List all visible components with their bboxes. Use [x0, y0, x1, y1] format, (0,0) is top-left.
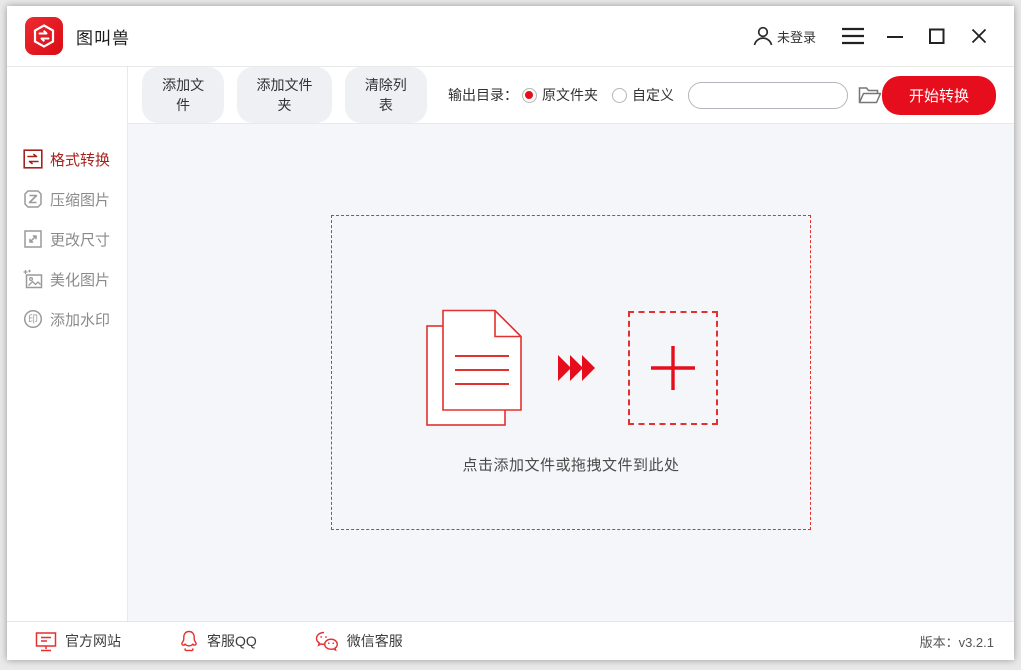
- wechat-support-link[interactable]: 微信客服: [315, 631, 403, 652]
- toolbar: 添加文件 添加文件夹 清除列表 输出目录： 原文件夹 自定义: [128, 67, 1014, 124]
- close-button[interactable]: [964, 21, 994, 51]
- folder-icon: [858, 85, 882, 105]
- login-status: 未登录: [777, 27, 816, 46]
- footer-bar: 官方网站 客服QQ 微信客服 版本：: [7, 621, 1014, 660]
- radio-circle: [612, 88, 627, 103]
- wechat-icon: [315, 631, 339, 652]
- menu-button[interactable]: [838, 21, 868, 51]
- sidebar-item-label: 更改尺寸: [50, 229, 110, 250]
- format-convert-icon: [23, 149, 43, 169]
- file-dropzone[interactable]: 点击添加文件或拖拽文件到此处: [331, 215, 811, 530]
- documents-icon: [424, 309, 524, 427]
- clear-list-button[interactable]: 清除列表: [345, 67, 427, 123]
- main-area: 点击添加文件或拖拽文件到此处: [128, 124, 1014, 621]
- sidebar-item-label: 压缩图片: [50, 189, 110, 210]
- sidebar-item-label: 美化图片: [50, 269, 110, 290]
- browse-folder-button[interactable]: [858, 85, 882, 105]
- add-watermark-icon: 印: [23, 309, 43, 329]
- close-icon: [969, 26, 989, 46]
- radio-original-folder[interactable]: 原文件夹: [522, 85, 598, 105]
- sidebar-item-beautify-image[interactable]: 美化图片: [7, 259, 127, 299]
- output-path-input[interactable]: [688, 82, 848, 109]
- add-file-button[interactable]: 添加文件: [142, 67, 224, 123]
- add-files-box[interactable]: [628, 311, 718, 425]
- title-bar: 图叫兽 未登录: [7, 6, 1014, 67]
- plus-icon: [649, 344, 697, 392]
- dropzone-graphics: [424, 309, 718, 427]
- triple-arrow-icon: [558, 353, 598, 383]
- sidebar-item-label: 格式转换: [50, 149, 110, 170]
- sidebar-item-format-convert[interactable]: 格式转换: [7, 139, 127, 179]
- app-title: 图叫兽: [76, 24, 130, 49]
- qq-support-link[interactable]: 客服QQ: [179, 630, 257, 652]
- svg-text:印: 印: [28, 314, 38, 326]
- user-icon: [751, 24, 775, 48]
- beautify-image-icon: [23, 269, 43, 289]
- app-logo-icon: [25, 17, 63, 55]
- hamburger-icon: [841, 27, 865, 45]
- output-dir-label: 输出目录：: [448, 85, 518, 105]
- login-button[interactable]: 未登录: [751, 24, 816, 48]
- maximize-icon: [927, 26, 947, 46]
- qq-icon: [179, 630, 199, 652]
- version-label: 版本：v3.2.1: [920, 632, 994, 651]
- minimize-button[interactable]: [880, 21, 910, 51]
- dropzone-hint: 点击添加文件或拖拽文件到此处: [462, 454, 679, 475]
- app-window: 图叫兽 未登录: [7, 6, 1014, 660]
- sidebar-item-add-watermark[interactable]: 印 添加水印: [7, 299, 127, 339]
- minimize-icon: [885, 26, 905, 46]
- maximize-button[interactable]: [922, 21, 952, 51]
- sidebar-item-resize-image[interactable]: 更改尺寸: [7, 219, 127, 259]
- sidebar-item-label: 添加水印: [50, 309, 110, 330]
- monitor-icon: [35, 631, 57, 652]
- official-website-link[interactable]: 官方网站: [35, 631, 121, 652]
- sidebar: 格式转换 压缩图片 更改尺寸: [7, 67, 128, 621]
- compress-image-icon: [23, 189, 43, 209]
- resize-image-icon: [23, 229, 43, 249]
- radio-custom-folder[interactable]: 自定义: [612, 85, 674, 105]
- radio-circle: [522, 88, 537, 103]
- start-convert-button[interactable]: 开始转换: [882, 76, 996, 115]
- add-folder-button[interactable]: 添加文件夹: [237, 67, 331, 123]
- sidebar-item-compress-image[interactable]: 压缩图片: [7, 179, 127, 219]
